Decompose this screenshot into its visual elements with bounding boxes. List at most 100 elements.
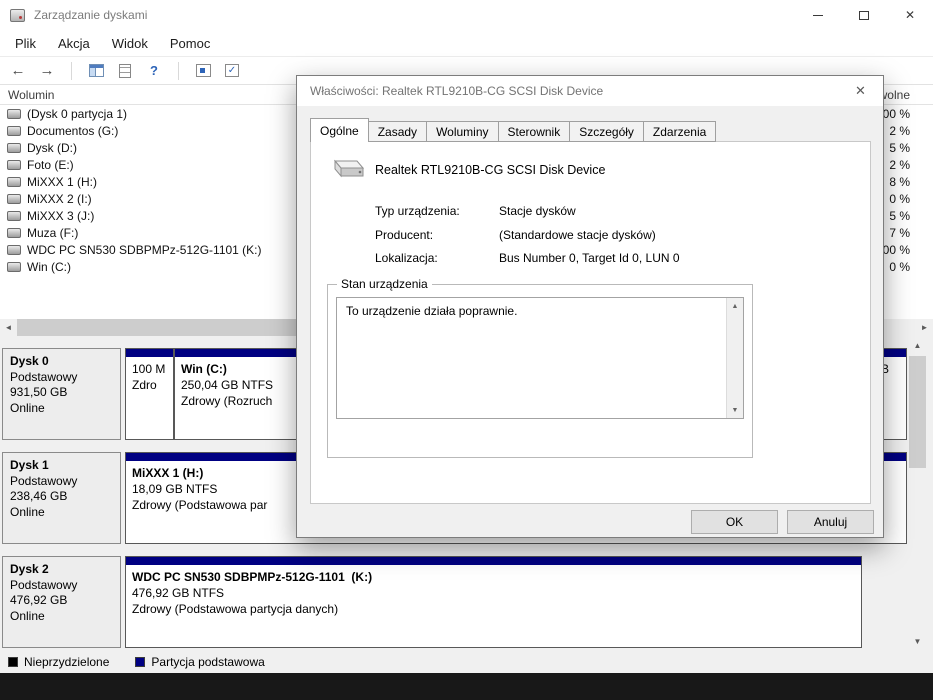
volume-free-percent: 5 % xyxy=(889,208,910,223)
scroll-right-icon[interactable]: ► xyxy=(916,319,933,336)
volume-name: (Dysk 0 partycja 1) xyxy=(27,106,128,121)
scroll-left-icon[interactable]: ◄ xyxy=(0,319,17,336)
menu-widok[interactable]: Widok xyxy=(101,32,159,55)
partitions: WDC PC SN530 SDBPMPz-512G-1101 (K:) 476,… xyxy=(125,556,907,648)
volume-name: MiXXX 2 (I:) xyxy=(27,191,92,206)
scroll-up-icon[interactable]: ▲ xyxy=(727,298,743,314)
volume-icon xyxy=(7,142,21,153)
volume-icon xyxy=(7,193,21,204)
forward-icon[interactable]: → xyxy=(35,60,59,82)
tab-zasady[interactable]: Zasady xyxy=(367,121,428,142)
volume-icon xyxy=(7,125,21,136)
menu-pomoc[interactable]: Pomoc xyxy=(159,32,221,55)
dialog-titlebar[interactable]: Właściwości: Realtek RTL9210B-CG SCSI Di… xyxy=(297,76,883,106)
field-label-device-type: Typ urządzenia: xyxy=(375,204,460,218)
legend-label: Partycja podstawowa xyxy=(151,655,265,669)
menu-plik[interactable]: Plik xyxy=(4,32,47,55)
tab-szczegoly[interactable]: Szczegóły xyxy=(569,121,644,142)
volume-free-percent: 2 % xyxy=(889,157,910,172)
close-icon: ✕ xyxy=(855,83,866,98)
disk-panel[interactable]: Dysk 0 Podstawowy 931,50 GB Online xyxy=(2,348,121,440)
partition-color-bar xyxy=(126,349,173,357)
volume-name: MiXXX 1 (H:) xyxy=(27,174,98,189)
tab-zdarzenia[interactable]: Zdarzenia xyxy=(642,121,717,142)
minimize-icon xyxy=(813,14,823,16)
properties-dialog: Właściwości: Realtek RTL9210B-CG SCSI Di… xyxy=(296,75,884,538)
disk-size: 238,46 GB xyxy=(10,489,68,503)
export-list-icon[interactable] xyxy=(113,60,137,82)
disk-row-2: Dysk 2 Podstawowy 476,92 GB Online WDC P… xyxy=(2,556,907,648)
disk-management-icon xyxy=(10,8,25,22)
disk-type: Podstawowy xyxy=(10,473,78,488)
cancel-button[interactable]: Anuluj xyxy=(787,510,874,534)
volume-icon xyxy=(7,108,21,119)
disk-panel[interactable]: Dysk 1 Podstawowy 238,46 GB Online xyxy=(2,452,121,544)
disk-size: 476,92 GB xyxy=(10,593,68,607)
back-icon[interactable]: ← xyxy=(6,60,30,82)
legend-color-primary-partition xyxy=(135,657,146,667)
column-header-volume[interactable]: Wolumin xyxy=(8,88,54,102)
dialog-tabs: Ogólne Zasady Woluminy Sterownik Szczegó… xyxy=(310,118,717,142)
scroll-down-icon[interactable]: ▼ xyxy=(727,402,743,418)
volume-name: Documentos (G:) xyxy=(27,123,119,138)
field-value-manufacturer: (Standardowe stacje dysków) xyxy=(499,228,656,242)
window-controls: ✕ xyxy=(795,0,933,30)
action-pane-icon[interactable] xyxy=(191,60,215,82)
tab-page-general: Realtek RTL9210B-CG SCSI Disk Device Typ… xyxy=(310,141,871,504)
titlebar[interactable]: Zarządzanie dyskami ✕ xyxy=(0,0,933,30)
help-icon[interactable]: ? xyxy=(142,60,166,82)
volume-icon xyxy=(7,210,21,221)
field-value-location: Bus Number 0, Target Id 0, LUN 0 xyxy=(499,251,680,265)
partition[interactable]: WDC PC SN530 SDBPMPz-512G-1101 (K:) 476,… xyxy=(125,556,862,648)
device-status-text: To urządzenie działa poprawnie. xyxy=(346,304,518,318)
partition-label: WDC PC SN530 SDBPMPz-512G-1101 (K:) xyxy=(132,570,373,584)
disk-status: Online xyxy=(10,504,45,519)
device-status-group-label: Stan urządzenia xyxy=(337,277,432,291)
volume-icon xyxy=(7,227,21,238)
minimize-button[interactable] xyxy=(795,0,841,30)
ok-button[interactable]: OK xyxy=(691,510,778,534)
field-label-manufacturer: Producent: xyxy=(375,228,434,242)
volume-name: Win (C:) xyxy=(27,259,71,274)
scroll-up-icon[interactable]: ▲ xyxy=(909,337,926,354)
volume-icon xyxy=(7,261,21,272)
status-scrollbar[interactable]: ▲ ▼ xyxy=(726,298,743,418)
tab-woluminy[interactable]: Woluminy xyxy=(426,121,499,142)
volume-free-percent: 0 % xyxy=(889,259,910,274)
tab-sterownik[interactable]: Sterownik xyxy=(497,121,571,142)
disk-type: Podstawowy xyxy=(10,577,78,592)
screen: Zarządzanie dyskami ✕ Plik Akcja Widok P… xyxy=(0,0,933,700)
toolbar-separator xyxy=(71,61,72,80)
dialog-title: Właściwości: Realtek RTL9210B-CG SCSI Di… xyxy=(310,84,604,98)
partition-status: Zdrowy (Podstawowa partycja danych) xyxy=(132,602,339,616)
tab-ogolne[interactable]: Ogólne xyxy=(310,118,369,142)
legend-item: Nieprzydzielone xyxy=(8,655,109,669)
scroll-down-icon[interactable]: ▼ xyxy=(909,633,926,650)
legend-color-unallocated xyxy=(8,657,18,667)
volume-icon xyxy=(7,159,21,170)
volume-free-percent: 5 % xyxy=(889,140,910,155)
partition-size: 100 M xyxy=(132,362,166,376)
partition[interactable]: 100 M Zdro xyxy=(125,348,174,440)
volume-name: Foto (E:) xyxy=(27,157,74,172)
device-name: Realtek RTL9210B-CG SCSI Disk Device xyxy=(375,163,606,177)
volume-free-percent: 2 % xyxy=(889,123,910,138)
console-tree-icon[interactable] xyxy=(84,60,108,82)
partition-size: 476,92 GB NTFS xyxy=(132,586,225,600)
vertical-scrollbar[interactable]: ▲ ▼ xyxy=(909,337,926,650)
menubar: Plik Akcja Widok Pomoc xyxy=(0,30,933,56)
partition-color-bar xyxy=(126,557,861,565)
dialog-close-button[interactable]: ✕ xyxy=(838,76,883,106)
disk-drive-icon xyxy=(329,154,367,189)
close-button[interactable]: ✕ xyxy=(887,0,933,30)
properties-icon[interactable]: ✓ xyxy=(220,60,244,82)
legend-item: Partycja podstawowa xyxy=(135,655,265,669)
maximize-button[interactable] xyxy=(841,0,887,30)
vertical-scrollbar-thumb[interactable] xyxy=(909,356,926,468)
disk-panel[interactable]: Dysk 2 Podstawowy 476,92 GB Online xyxy=(2,556,121,648)
device-status-textbox[interactable]: To urządzenie działa poprawnie. ▲ ▼ xyxy=(336,297,744,419)
menu-akcja[interactable]: Akcja xyxy=(47,32,101,55)
taskbar[interactable] xyxy=(0,673,933,700)
volume-name: WDC PC SN530 SDBPMPz-512G-1101 (K:) xyxy=(27,242,262,257)
disk-status: Online xyxy=(10,400,45,415)
